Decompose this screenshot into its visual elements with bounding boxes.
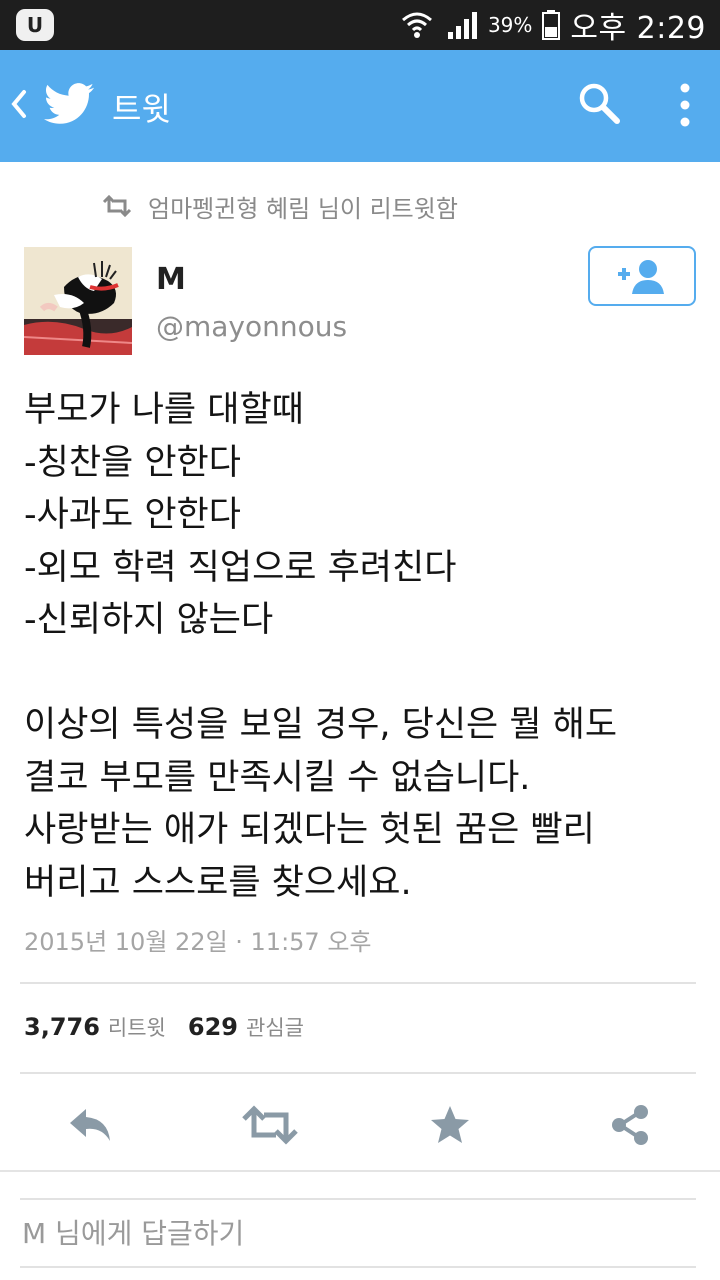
retweet-icon bbox=[102, 195, 132, 217]
back-icon[interactable] bbox=[8, 84, 30, 124]
retweet-count-label[interactable]: 리트윗 bbox=[108, 1012, 166, 1042]
retweet-context-text: 엄마펭귄형 혜림 님이 리트윗함 bbox=[148, 194, 458, 223]
tweet-text: 부모가 나를 대할때 -칭찬을 안한다 -사과도 안한다 -외모 학력 직업으로… bbox=[24, 390, 618, 903]
signal-icon bbox=[447, 12, 477, 39]
avatar[interactable] bbox=[24, 247, 132, 355]
clock: 오후 2:29 bbox=[570, 11, 706, 46]
like-count-label[interactable]: 관심글 bbox=[246, 1012, 304, 1042]
wifi-icon bbox=[401, 12, 432, 38]
add-user-icon bbox=[618, 260, 664, 294]
retweet-context: 엄마펭귄형 혜림 님이 리트윗함 bbox=[100, 188, 458, 224]
tweet-timestamp: 2015년 10월 22일 · 11:57 오후 bbox=[24, 928, 372, 956]
retweet-button[interactable] bbox=[234, 1092, 306, 1158]
app-bar: 트윗 bbox=[0, 50, 720, 162]
reply-input[interactable]: M 님에게 답글하기 bbox=[22, 1212, 244, 1252]
status-indicators: 39% 오후 2:29 bbox=[400, 0, 706, 50]
tweet-stats: 3,776 리트윗 629 관심글 bbox=[24, 1012, 326, 1042]
reply-icon bbox=[70, 1109, 110, 1141]
share-icon bbox=[612, 1105, 648, 1145]
divider bbox=[20, 1072, 696, 1074]
author-handle[interactable]: @mayonnous bbox=[156, 310, 347, 343]
divider bbox=[0, 1170, 720, 1172]
follow-button[interactable] bbox=[588, 246, 696, 306]
divider bbox=[20, 1266, 696, 1268]
tweet-actions bbox=[0, 1092, 720, 1158]
twitter-bird-icon[interactable] bbox=[42, 80, 96, 128]
search-icon[interactable] bbox=[576, 80, 622, 126]
reply-button[interactable] bbox=[54, 1092, 126, 1158]
retweet-icon bbox=[242, 1105, 298, 1145]
like-count[interactable]: 629 bbox=[188, 1013, 238, 1041]
divider bbox=[20, 1198, 696, 1200]
battery-icon bbox=[542, 10, 561, 40]
share-button[interactable] bbox=[594, 1092, 666, 1158]
divider bbox=[20, 982, 696, 984]
battery-percent: 39% bbox=[487, 13, 533, 37]
favorite-button[interactable] bbox=[414, 1092, 486, 1158]
page-title: 트윗 bbox=[112, 90, 171, 128]
author-name[interactable]: M bbox=[156, 262, 186, 297]
app-notification-icon: U bbox=[16, 9, 54, 41]
status-bar: U 39% 오후 2:29 bbox=[0, 0, 720, 50]
retweet-count[interactable]: 3,776 bbox=[24, 1013, 100, 1041]
more-options-icon[interactable] bbox=[668, 80, 702, 130]
star-icon bbox=[431, 1106, 469, 1143]
